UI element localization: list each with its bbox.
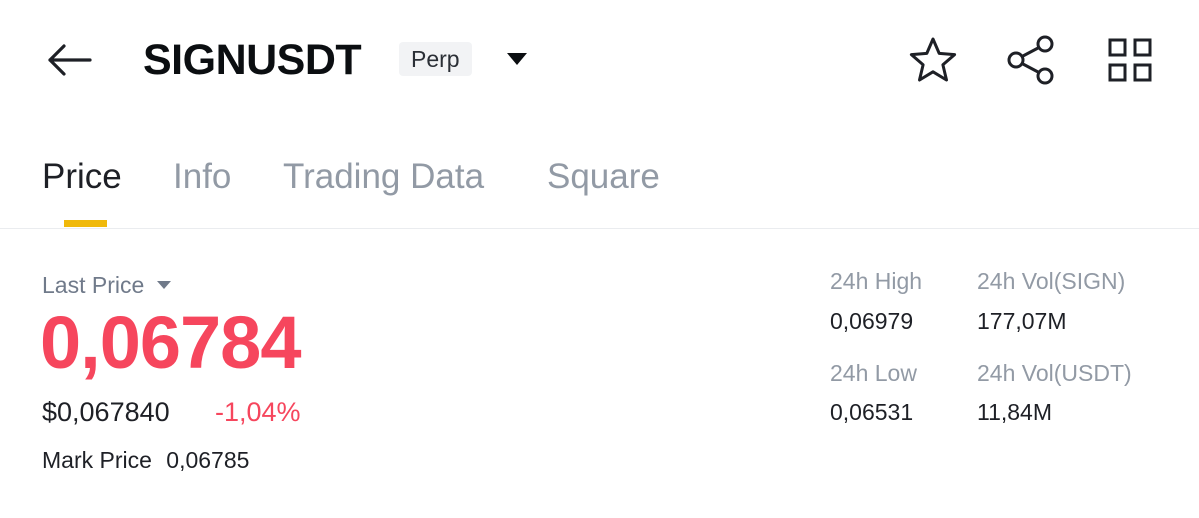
grid-icon xyxy=(1108,38,1152,82)
back-button[interactable] xyxy=(40,36,96,84)
tab-trading-data[interactable]: Trading Data xyxy=(283,154,484,200)
vol-base-24h-value: 177,07M xyxy=(977,308,1067,334)
high-24h-value: 0,06979 xyxy=(830,308,914,334)
mark-price-value: 0,06785 xyxy=(166,447,250,473)
symbol-dropdown-button[interactable] xyxy=(500,44,534,74)
last-price-selector[interactable]: Last Price xyxy=(42,270,172,300)
favorite-button[interactable] xyxy=(907,34,959,86)
last-price-value: 0,06784 xyxy=(40,301,301,384)
tab-square[interactable]: Square xyxy=(547,154,660,200)
last-price-label: Last Price xyxy=(42,272,145,298)
vol-quote-24h-label: 24h Vol(USDT) xyxy=(977,360,1132,386)
low-24h-value: 0,06531 xyxy=(830,399,914,425)
symbol-title[interactable]: SIGNUSDT xyxy=(143,32,362,88)
active-tab-indicator xyxy=(64,220,107,227)
arrow-left-icon xyxy=(48,44,92,76)
share-button[interactable] xyxy=(1005,34,1057,86)
usd-price-value: $0,067840 xyxy=(42,397,170,427)
caret-down-icon xyxy=(507,53,527,65)
top-bar: SIGNUSDT Perp xyxy=(0,0,1199,120)
vol-base-24h-label: 24h Vol(SIGN) xyxy=(977,268,1126,294)
low-24h-label: 24h Low xyxy=(830,360,917,386)
tab-info[interactable]: Info xyxy=(173,154,231,200)
vol-quote-24h-value: 11,84M xyxy=(977,399,1053,425)
mark-price-label: Mark Price xyxy=(42,447,152,473)
mark-price-row: Mark Price 0,06785 xyxy=(42,445,249,475)
caret-down-icon xyxy=(157,281,172,289)
more-menu-button[interactable] xyxy=(1104,34,1156,86)
tab-bar: Price Info Trading Data Square xyxy=(0,130,1199,229)
star-icon xyxy=(909,37,957,82)
contract-type-badge: Perp xyxy=(399,42,472,76)
share-icon xyxy=(1007,35,1054,85)
price-change-percent: -1,04% xyxy=(215,397,301,427)
high-24h-label: 24h High xyxy=(830,268,923,294)
tab-price[interactable]: Price xyxy=(42,154,122,200)
